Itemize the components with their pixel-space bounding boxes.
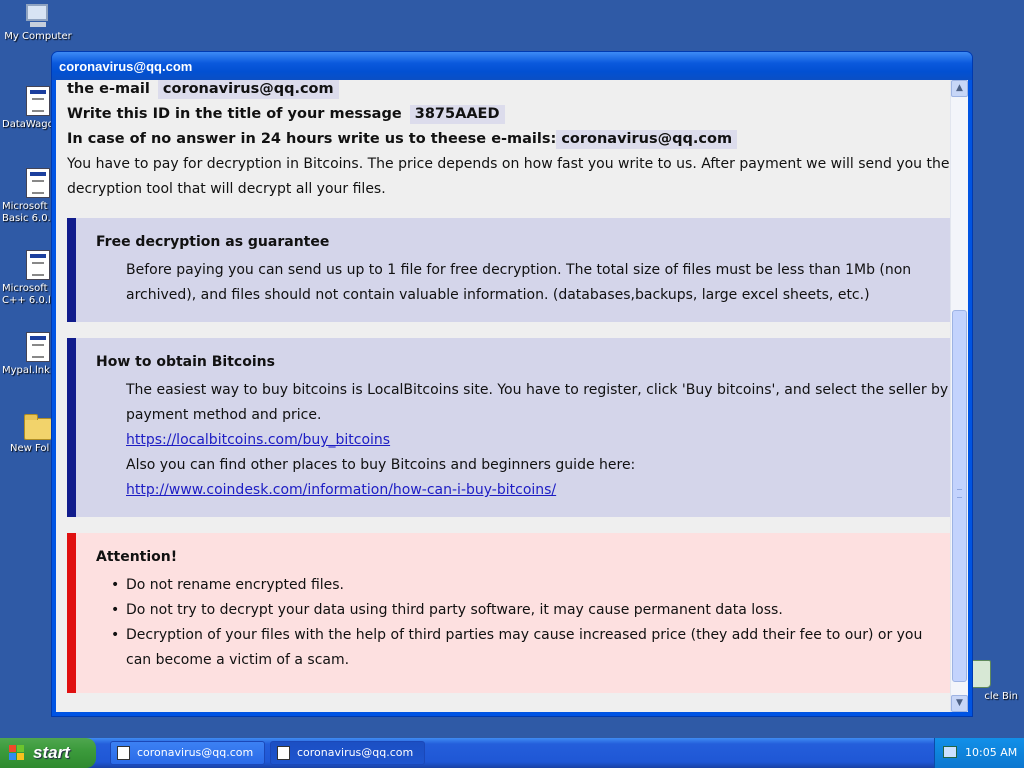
window-title[interactable]: coronavirus@qq.com <box>52 52 972 80</box>
taskbar-item[interactable]: coronavirus@qq.com <box>270 741 425 765</box>
application-icon <box>26 168 50 198</box>
bitcoin-box: How to obtain Bitcoins The easiest way t… <box>67 338 950 517</box>
backup-email-label: In case of no answer in 24 hours write u… <box>67 131 557 147</box>
taskbar: start coronavirus@qq.com coronavirus@qq.… <box>0 738 1024 768</box>
email-label: the e-mail <box>67 81 150 97</box>
localbitcoins-link[interactable]: https://localbitcoins.com/buy_bitcoins <box>126 432 390 448</box>
application-icon <box>117 746 130 760</box>
contact-email[interactable]: coronavirus@qq.com <box>157 80 339 99</box>
backup-email-line: In case of no answer in 24 hours write u… <box>67 127 950 152</box>
network-icon[interactable] <box>943 746 957 758</box>
clock[interactable]: 10:05 AM <box>965 746 1017 759</box>
bitcoin-title: How to obtain Bitcoins <box>96 354 275 370</box>
attention-list: Do not rename encrypted files. Do not tr… <box>96 573 950 673</box>
id-line: Write this ID in the title of your messa… <box>67 102 950 127</box>
email-line: the e-mail coronavirus@qq.com <box>67 80 950 102</box>
system-tray: 10:05 AM <box>934 738 1024 768</box>
desktop-icon-my-computer[interactable]: My Computer <box>0 4 78 42</box>
vertical-scrollbar[interactable]: ▲ ▼ <box>950 80 968 712</box>
taskbar-item-label: coronavirus@qq.com <box>297 746 414 759</box>
folder-icon <box>24 414 52 440</box>
computer-icon <box>24 4 52 28</box>
guarantee-title: Free decryption as guarantee <box>96 234 330 250</box>
application-icon <box>277 746 290 760</box>
backup-email[interactable]: coronavirus@qq.com <box>556 130 738 149</box>
taskbar-item[interactable]: coronavirus@qq.com <box>110 741 265 765</box>
victim-id[interactable]: 3875AAED <box>409 105 505 124</box>
shortcut-icon <box>26 332 50 362</box>
attention-box: Attention! Do not rename encrypted files… <box>67 533 950 693</box>
payment-text: You have to pay for decryption in Bitcoi… <box>67 156 950 197</box>
id-label: Write this ID in the title of your messa… <box>67 106 402 122</box>
attention-item: Do not rename encrypted files. <box>111 573 950 598</box>
taskbar-item-label: coronavirus@qq.com <box>137 746 254 759</box>
attention-item: Decryption of your files with the help o… <box>111 623 950 673</box>
bitcoin-text: The easiest way to buy bitcoins is Local… <box>126 382 949 423</box>
window-client-area: the e-mail coronavirus@qq.com Write this… <box>56 80 968 712</box>
note-content: the e-mail coronavirus@qq.com Write this… <box>56 80 950 712</box>
attention-title: Attention! <box>96 549 178 565</box>
desktop-icon-label: My Computer <box>4 31 72 42</box>
scrollbar-thumb[interactable] <box>952 310 967 682</box>
scroll-up-arrow-icon[interactable]: ▲ <box>951 80 968 97</box>
coindesk-link[interactable]: http://www.coindesk.com/information/how-… <box>126 482 556 498</box>
attention-item: Do not try to decrypt your data using th… <box>111 598 950 623</box>
guarantee-box: Free decryption as guarantee Before payi… <box>67 218 950 322</box>
windows-logo-icon <box>9 745 26 761</box>
application-icon <box>26 250 50 280</box>
start-label: start <box>33 743 70 762</box>
scroll-down-arrow-icon[interactable]: ▼ <box>951 695 968 712</box>
ransom-note-window: coronavirus@qq.com the e-mail coronaviru… <box>51 51 973 717</box>
bitcoin-text-2: Also you can find other places to buy Bi… <box>126 457 636 473</box>
guarantee-text: Before paying you can send us up to 1 fi… <box>126 262 912 303</box>
application-icon <box>26 86 50 116</box>
start-button[interactable]: start <box>0 738 96 768</box>
